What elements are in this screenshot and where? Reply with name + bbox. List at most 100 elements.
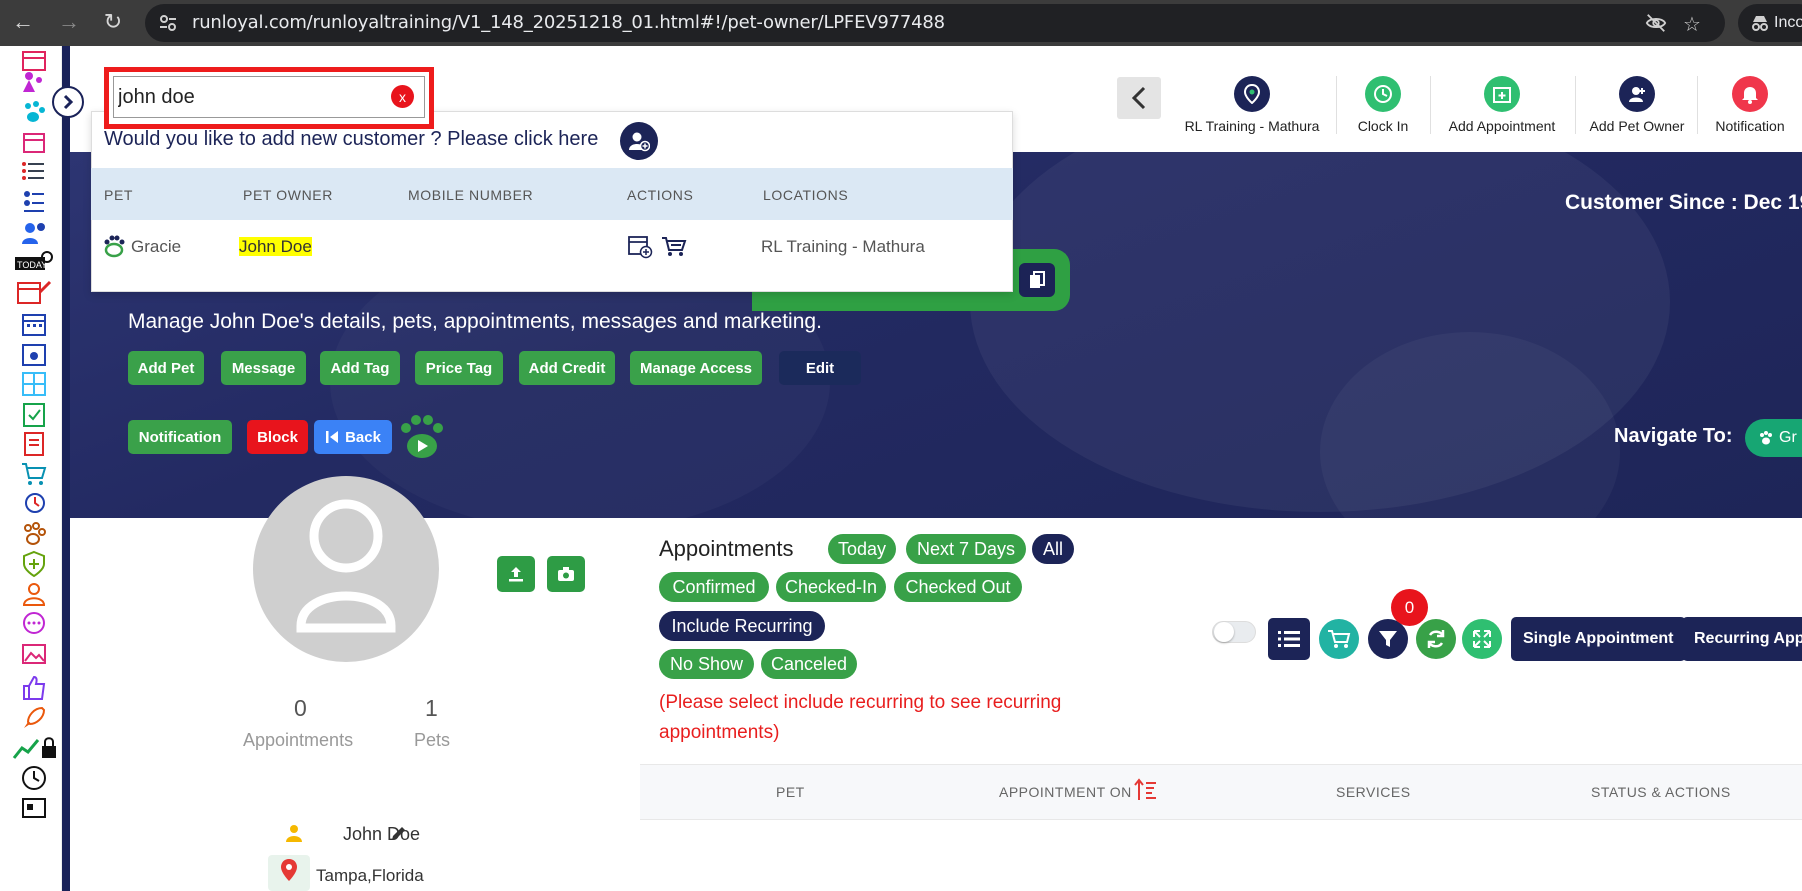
back-button[interactable]: Back [314,420,392,454]
filter-confirmed[interactable]: Confirmed [659,572,769,602]
calendar-edit-icon[interactable] [16,278,52,306]
cart-icon[interactable] [661,235,687,257]
location-pin-icon [1234,76,1270,112]
th-pet: PET [776,784,805,800]
header-notification[interactable]: Notification [1704,76,1796,134]
block-button[interactable]: Block [247,420,308,454]
header-clock-in[interactable]: Clock In [1343,76,1423,134]
bookmark-star-icon[interactable]: ☆ [1683,12,1701,37]
store-icon[interactable] [20,128,48,156]
cart-checkout-button[interactable] [1319,619,1359,659]
filter-next-7-days[interactable]: Next 7 Days [906,534,1026,564]
single-appointment-button[interactable]: Single Appointment [1511,617,1686,661]
view-toggle[interactable] [1212,621,1256,643]
sidebar-expand-button[interactable] [52,86,84,118]
growth-lock-icon[interactable] [12,734,60,762]
calendar-icon[interactable] [20,310,48,338]
filter-no-show[interactable]: No Show [659,649,754,679]
filter-all[interactable]: All [1032,534,1074,564]
paw-outline-icon[interactable] [20,520,48,548]
header-location[interactable]: RL Training - Mathura [1177,76,1327,134]
pet-owner-icon[interactable] [20,218,48,246]
layout-icon[interactable] [20,370,48,398]
checklist-icon[interactable] [20,400,48,428]
header-notification-label: Notification [1715,118,1785,134]
upload-icon [509,567,523,582]
id-card-icon[interactable] [20,794,48,822]
header-separator [1430,76,1431,134]
upload-photo-button[interactable] [497,556,535,592]
pencil-icon[interactable] [390,825,407,842]
add-customer-button[interactable] [620,122,658,160]
funnel-icon [1379,631,1397,647]
browser-toolbar: ← → ↻ runloyal.com/runloyaltraining/V1_1… [0,0,1802,46]
add-credit-button[interactable]: Add Credit [519,351,615,385]
people-icon[interactable] [20,68,48,96]
header-add-pet-owner[interactable]: Add Pet Owner [1582,76,1692,134]
today-icon[interactable]: TODAY [14,248,54,276]
image-icon[interactable] [20,640,48,668]
cart-icon[interactable] [20,460,48,488]
expand-icon [1473,630,1491,648]
history-icon[interactable] [20,490,48,518]
url-text[interactable]: runloyal.com/runloyaltraining/V1_148_202… [192,12,945,33]
filter-canceled[interactable]: Canceled [761,649,857,679]
paw-icon[interactable] [20,98,48,126]
filter-today[interactable]: Today [828,534,896,564]
thumbs-up-icon[interactable] [20,674,48,702]
dd-th-mobile-number: MOBILE NUMBER [408,187,534,203]
camera-button[interactable] [547,556,585,592]
list-icon[interactable] [20,158,48,186]
refresh-button[interactable] [1416,619,1456,659]
incognito-profile[interactable]: Inco [1738,4,1802,42]
chevron-right-icon [63,94,74,110]
report-icon[interactable] [20,430,48,458]
user-plus-icon [629,132,650,152]
filter-checked-out[interactable]: Checked Out [894,572,1022,602]
header-add-appointment[interactable]: Add Appointment [1437,76,1567,134]
search-clear-button[interactable]: x [391,85,414,108]
filter-button[interactable] [1368,619,1408,659]
edit-button[interactable]: Edit [779,351,861,385]
list-view-icon [1278,631,1300,647]
browser-forward-icon[interactable]: → [56,11,82,33]
navigate-grooming-button[interactable]: Gr [1745,419,1802,457]
user-icon[interactable] [20,580,48,608]
add-pet-button[interactable]: Add Pet [128,351,204,385]
back-button-label: Back [345,428,381,446]
notification-button[interactable]: Notification [128,420,232,454]
filter-include-recurring[interactable]: Include Recurring [659,611,825,641]
filter-checked-in[interactable]: Checked-In [776,572,886,602]
person-icon [286,825,302,842]
chat-icon[interactable] [20,610,48,638]
add-tag-button[interactable]: Add Tag [320,351,400,385]
browser-reload-icon[interactable]: ↻ [100,11,126,33]
add-customer-prompt[interactable]: Would you like to add new customer ? Ple… [104,128,598,151]
list-view-button[interactable] [1268,618,1310,660]
calendar-plus-icon[interactable] [627,233,653,259]
site-settings-icon[interactable] [158,13,178,33]
sort-icon[interactable] [1134,778,1158,802]
copy-button[interactable] [1019,263,1055,297]
calendar-plus-icon [1484,76,1520,112]
header-back-button[interactable] [1117,77,1161,119]
dd-owner-name[interactable]: John Doe [239,237,312,257]
expand-button[interactable] [1462,619,1502,659]
customer-search-input[interactable] [113,76,425,118]
shield-icon[interactable] [20,550,48,578]
rocket-icon[interactable] [20,704,48,732]
staff-list-icon[interactable] [20,188,48,216]
owner-location: Tampa,Florida [316,866,424,885]
th-appointment-on[interactable]: APPOINTMENT ON [999,784,1132,800]
recurring-appointment-button[interactable]: Recurring Appoi [1682,617,1802,661]
eye-off-icon[interactable] [1645,12,1667,34]
dd-pet-name[interactable]: Gracie [131,237,181,257]
price-tag-button[interactable]: Price Tag [415,351,503,385]
appointments-count: 0 [294,695,307,721]
browser-back-icon[interactable]: ← [10,11,36,33]
manage-access-button[interactable]: Manage Access [630,351,762,385]
calendar-user-icon[interactable] [20,340,48,368]
paw-play-icon[interactable] [396,414,446,460]
clock-bag-icon[interactable] [20,764,48,792]
message-button[interactable]: Message [221,351,306,385]
